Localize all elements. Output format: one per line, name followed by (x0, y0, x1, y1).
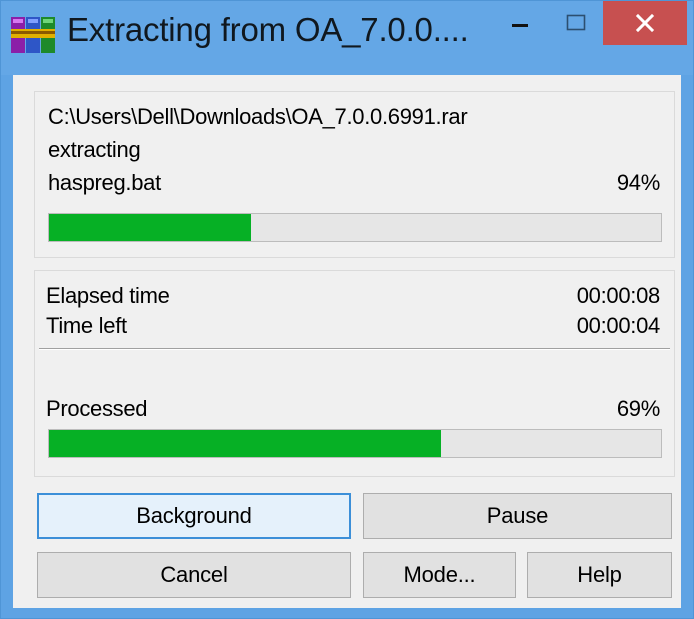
processed-progress-fill (49, 430, 441, 457)
extraction-dialog: Extracting from OA_7.0.0.... C:\Users\De… (0, 0, 694, 619)
dialog-body: C:\Users\Dell\Downloads\OA_7.0.0.6991.ra… (13, 75, 681, 608)
background-button[interactable]: Background (37, 493, 351, 539)
file-progress-fill (49, 214, 251, 241)
elapsed-time-value: 00:00:08 (576, 283, 661, 308)
maximize-button[interactable] (549, 1, 603, 45)
time-left-value: 00:00:04 (576, 313, 661, 338)
operation-label: extracting (48, 137, 141, 162)
file-progress-group: C:\Users\Dell\Downloads\OA_7.0.0.6991.ra… (34, 91, 675, 258)
help-button[interactable]: Help (527, 552, 672, 598)
processed-percent: 69% (616, 396, 660, 421)
time-left-label: Time left (46, 313, 127, 338)
winrar-books-icon (11, 17, 55, 53)
archive-path: C:\Users\Dell\Downloads\OA_7.0.0.6991.ra… (48, 104, 468, 129)
elapsed-time-label: Elapsed time (46, 283, 170, 308)
minimize-icon (512, 24, 528, 27)
processed-label: Processed (46, 396, 148, 421)
mode-button[interactable]: Mode... (363, 552, 516, 598)
pause-button[interactable]: Pause (363, 493, 672, 539)
cancel-button[interactable]: Cancel (37, 552, 351, 598)
maximize-icon (566, 14, 586, 31)
file-percent: 94% (616, 170, 660, 195)
close-button[interactable] (603, 1, 687, 45)
divider (39, 348, 670, 350)
title-bar[interactable]: Extracting from OA_7.0.0.... (1, 1, 693, 75)
minimize-button[interactable] (493, 1, 547, 45)
processed-progress-bar (48, 429, 662, 458)
window-title: Extracting from OA_7.0.0.... (67, 11, 469, 48)
overall-progress-group: Elapsed time 00:00:08 Time left 00:00:04… (34, 270, 675, 477)
current-file-name: haspreg.bat (48, 170, 161, 195)
file-progress-bar (48, 213, 662, 242)
close-icon (635, 13, 655, 33)
